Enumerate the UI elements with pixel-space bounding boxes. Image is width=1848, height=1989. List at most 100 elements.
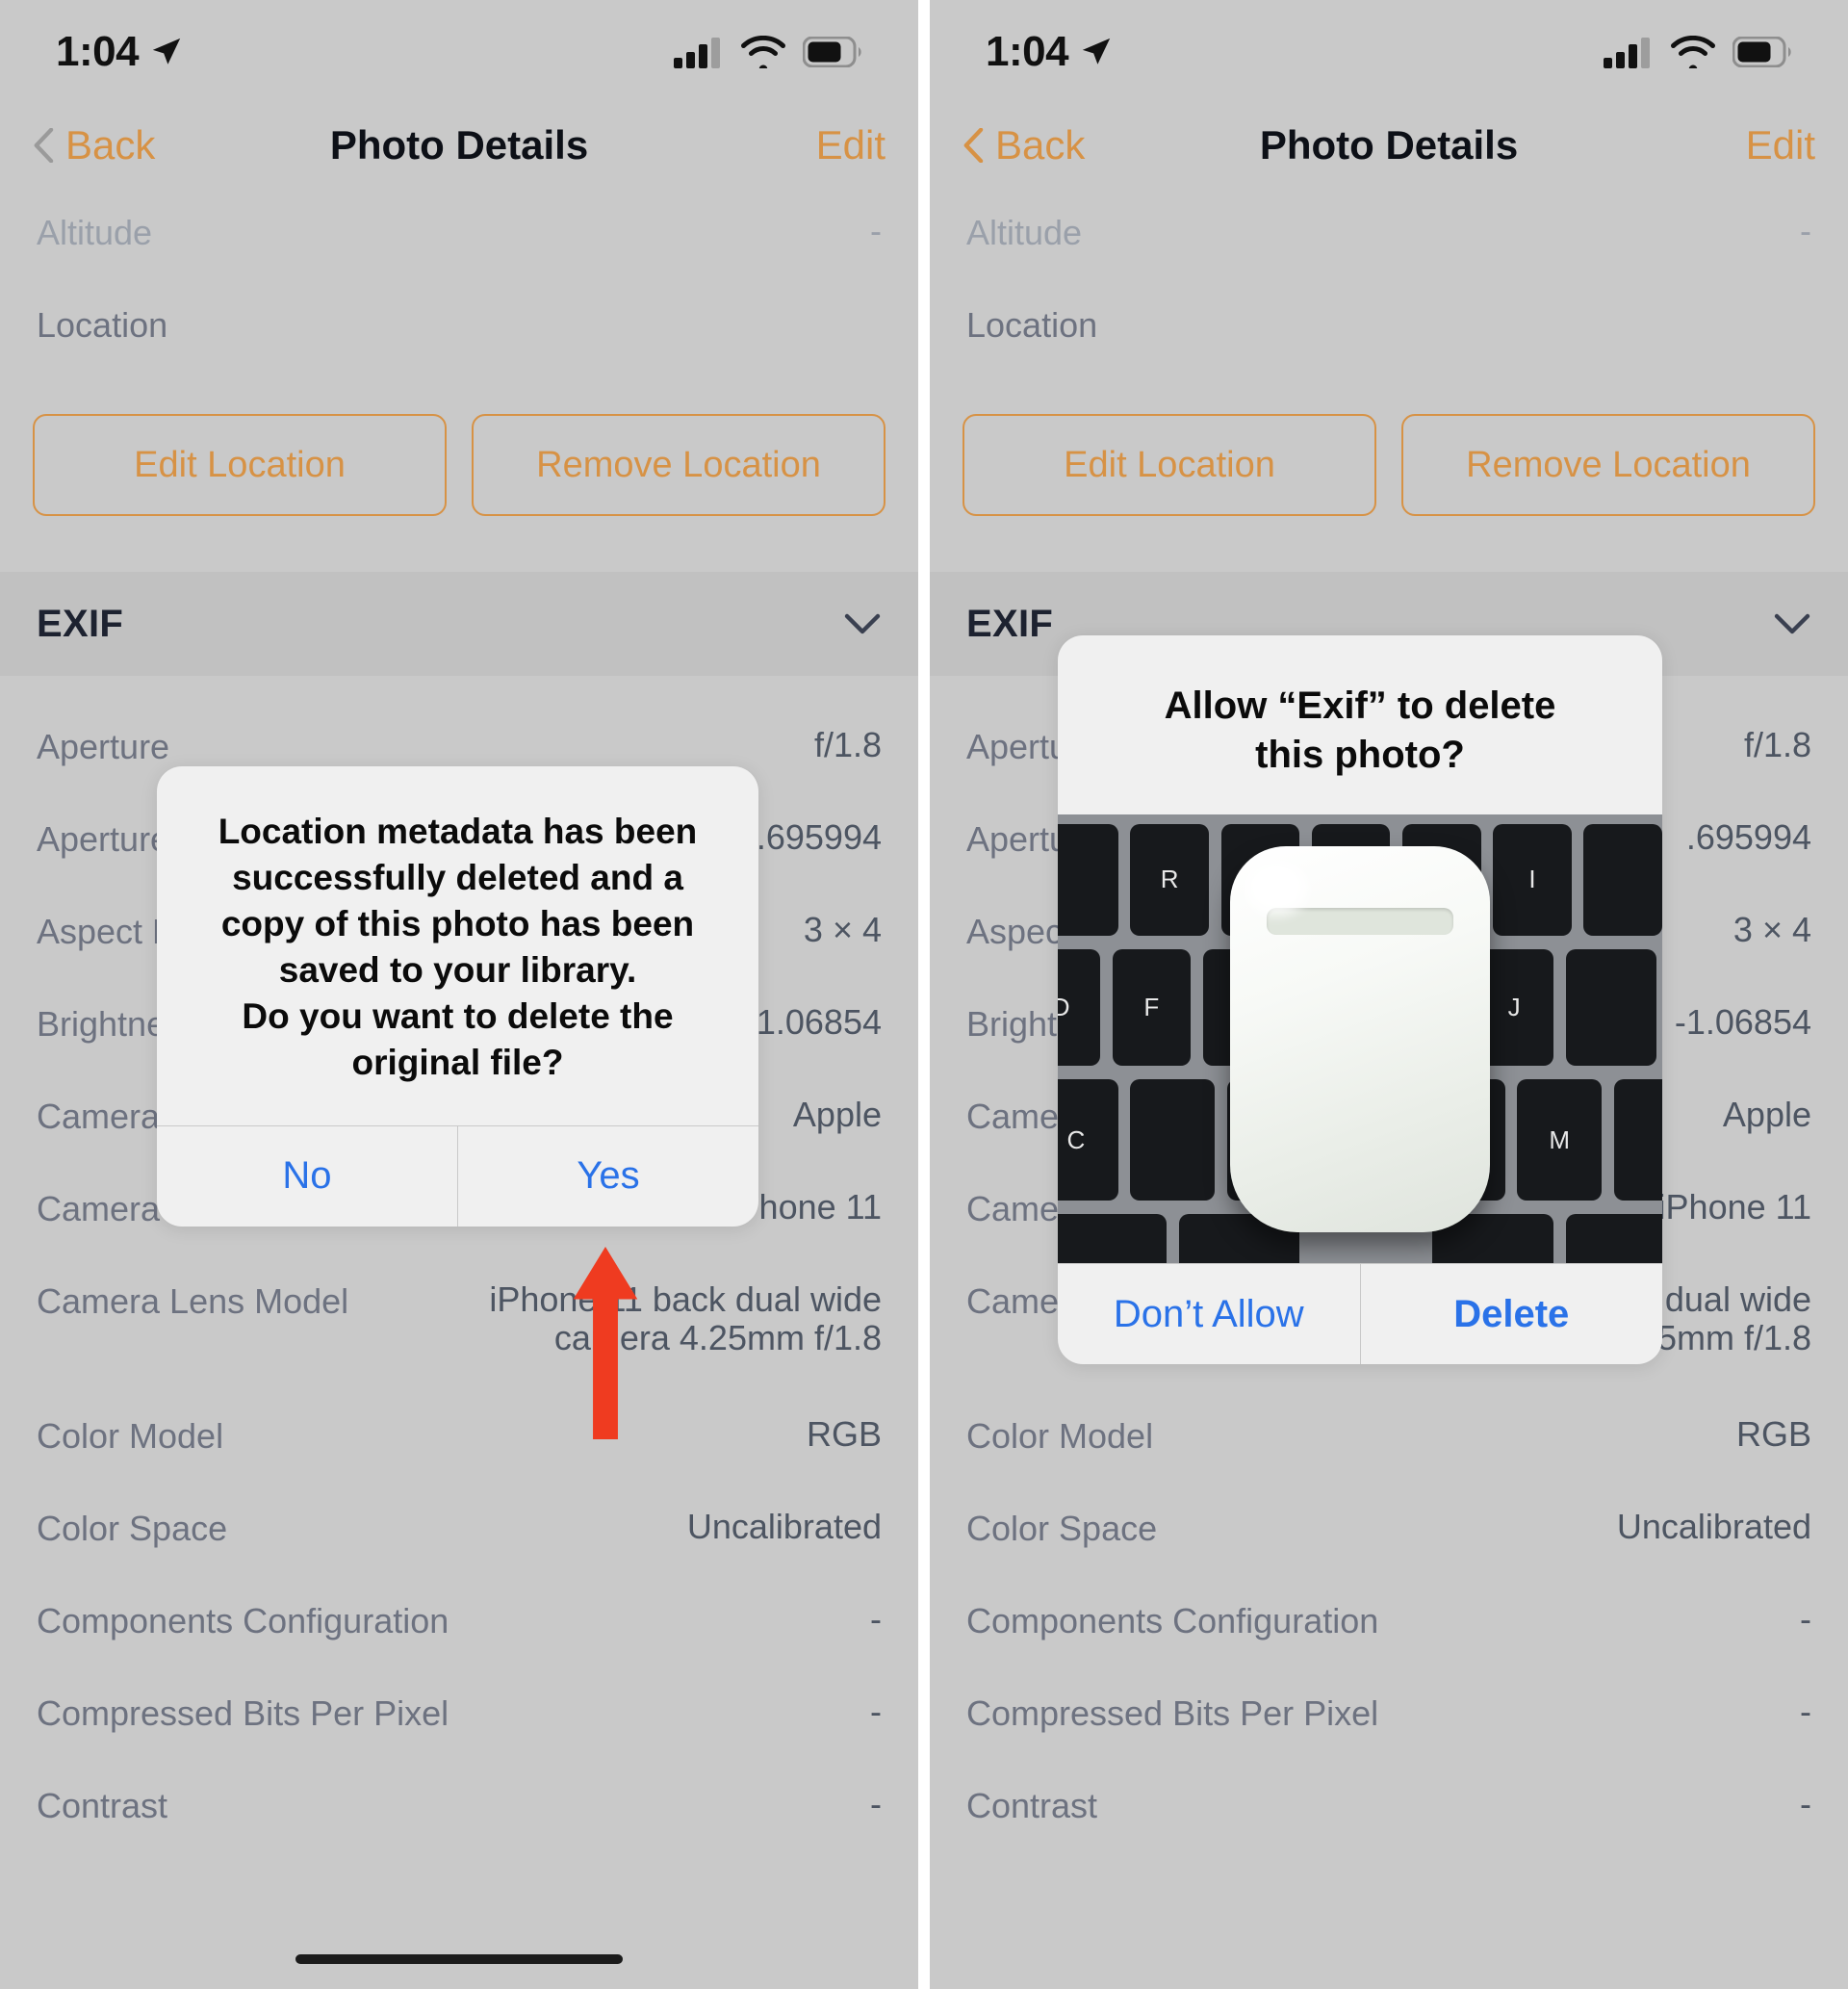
row-label: Contrast [37,1786,168,1825]
status-bar-left: 1:04 [0,0,918,104]
battery-icon [803,37,861,67]
keyboard-key [1613,1079,1662,1201]
row-value: f/1.8 [1743,725,1811,764]
keyboard-key [1058,823,1118,937]
edit-button[interactable]: Edit [816,122,886,168]
edit-button[interactable]: Edit [1746,122,1815,168]
row-label: Aperture [37,727,170,766]
edit-location-button[interactable]: Edit Location [33,414,447,516]
table-row[interactable]: Contrast - [0,1760,918,1852]
edit-location-button[interactable]: Edit Location [962,414,1376,516]
back-button[interactable]: Back [962,122,1085,168]
chevron-down-icon[interactable] [843,612,882,635]
keyboard-key [1565,949,1656,1067]
row-value: RGB [806,1414,882,1454]
chevron-left-icon [963,128,984,163]
chevron-down-icon[interactable] [1773,612,1811,635]
row-value: Apple [792,1095,882,1134]
status-bar-left-group: 1:04 [56,28,183,76]
row-value: RGB [1735,1414,1811,1454]
table-row[interactable]: Color Space Uncalibrated [0,1483,918,1575]
delete-permission-dialog: Allow “Exif” to delete this photo? R T Y… [1058,635,1663,1365]
row-label: Components Configuration [37,1601,449,1640]
row-label: Camera Lens Model [37,1281,349,1321]
table-row[interactable]: Color Space Uncalibrated [930,1483,1848,1575]
phone-screen-left: 1:04 Back Photo Details Edit Altitude - … [0,0,918,1989]
location-label: Location [37,305,168,345]
keyboard-key [1058,1214,1168,1264]
row-value: .695994 [1685,817,1811,857]
row-label: Color Model [37,1416,224,1456]
status-bar-right-group [674,35,862,69]
delete-button[interactable]: Delete [1359,1264,1663,1365]
row-value: f/1.8 [813,725,882,764]
status-time: 1:04 [986,28,1069,75]
row-value: - [870,1784,882,1823]
dialog-actions: No Yes [157,1124,758,1227]
row-value: iPhone 11 [1657,1187,1811,1227]
status-bar-right-group [1604,35,1792,69]
status-bar-left-group: 1:04 [986,28,1113,76]
row-value: - [1800,1599,1811,1639]
row-label: Compressed Bits Per Pixel [966,1693,1379,1733]
location-arrow-icon [152,38,181,65]
table-row[interactable]: Camera Lens Model iPhone 11 back dual wi… [0,1255,918,1390]
keyboard-key-i: I [1493,823,1572,937]
dialog-title: Allow “Exif” to delete this photo? [1164,685,1556,777]
annotation-arrow-icon [573,1247,638,1439]
back-button-label: Back [995,122,1086,168]
table-row[interactable]: Color Model RGB [930,1390,1848,1483]
location-buttons: Edit Location Remove Location [0,414,918,516]
dont-allow-button[interactable]: Don’t Allow [1058,1264,1360,1364]
status-bar-right: 1:04 [930,0,1848,104]
no-button[interactable]: No [157,1126,457,1227]
row-value: - [1800,1692,1811,1731]
photo-thumbnail: R T Y U I D F J C [1058,814,1662,1264]
table-row[interactable]: Components Configuration - [930,1575,1848,1667]
keyboard-key-r: R [1130,823,1209,937]
table-row[interactable]: Color Model RGB [0,1390,918,1483]
cellular-signal-icon [674,38,720,68]
back-button-label: Back [65,122,156,168]
row-value: Uncalibrated [686,1507,882,1546]
row-altitude[interactable]: Altitude - [0,187,918,279]
back-button[interactable]: Back [33,122,155,168]
row-value: Apple [1722,1095,1811,1134]
wifi-icon [741,36,785,68]
keyboard-key [1583,823,1662,937]
cellular-signal-icon [1604,38,1650,68]
yes-button[interactable]: Yes [457,1125,758,1227]
table-row[interactable]: Components Configuration - [0,1575,918,1667]
keyboard-key [1565,1214,1662,1264]
row-label: Altitude [37,213,153,252]
keyboard-key-m: M [1517,1079,1603,1201]
dialog-actions: Don’t Allow Delete [1058,1263,1663,1365]
table-row[interactable]: Compressed Bits Per Pixel - [0,1667,918,1760]
keyboard-background: R T Y U I D F J C [1058,814,1662,1264]
keyboard-key-f: F [1112,949,1192,1067]
row-label: Contrast [966,1786,1098,1825]
row-label: Components Configuration [966,1601,1379,1640]
battery-icon [1732,37,1791,67]
exif-header-label: EXIF [37,602,124,645]
row-label: Color Model [966,1416,1154,1456]
row-value: .695994 [756,817,882,857]
delete-original-dialog: Location metadata has been successfully … [157,766,758,1227]
remove-location-button[interactable]: Remove Location [1401,414,1815,516]
keyboard-key-d: D [1058,949,1100,1067]
row-value: - [1800,1784,1811,1823]
row-altitude[interactable]: Altitude - [930,187,1848,279]
chevron-left-icon [34,128,54,163]
row-value: -1.06854 [1674,1002,1811,1042]
row-value: - [870,211,882,250]
table-row[interactable]: Contrast - [930,1760,1848,1852]
dialog-message: Location metadata has been successfully … [218,812,698,1083]
row-label: Aperture [37,819,170,859]
row-label: Altitude [966,213,1083,252]
exif-section-header[interactable]: EXIF [0,572,918,676]
row-value: -1.06854 [744,1002,882,1042]
location-label: Location [966,305,1098,345]
remove-location-button[interactable]: Remove Location [472,414,886,516]
table-row[interactable]: Compressed Bits Per Pixel - [930,1667,1848,1760]
airpods-case [1229,845,1490,1232]
